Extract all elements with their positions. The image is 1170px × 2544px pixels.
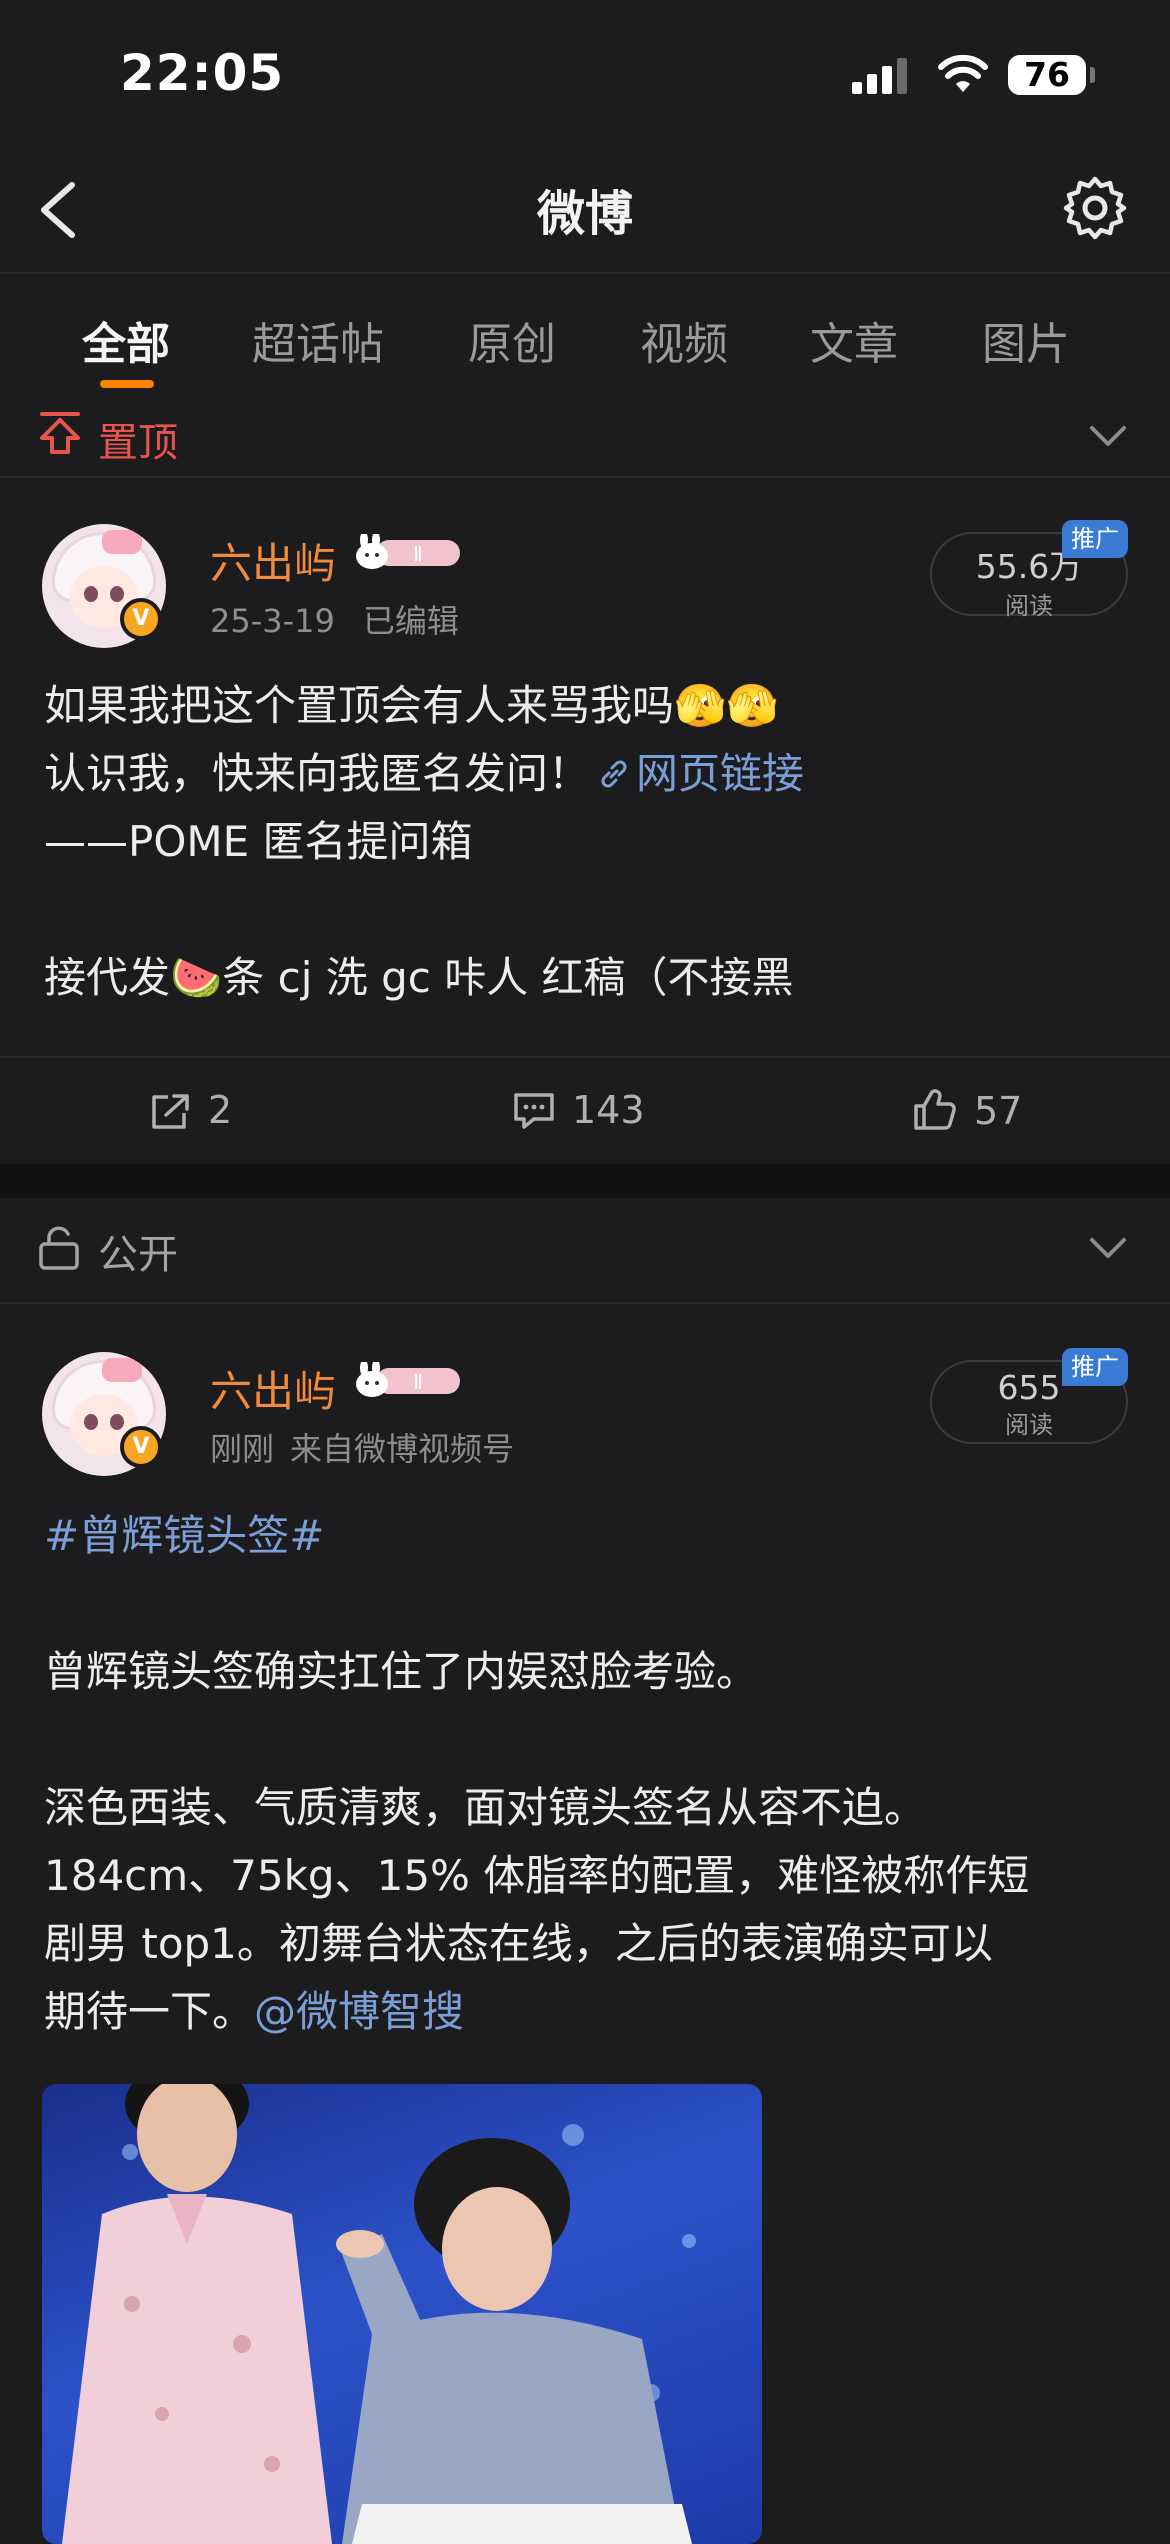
fan-badge-icon: Ⅱ [356,534,460,569]
post-date: 25-3-19 [210,602,335,640]
post-line: 接代发🍉条 cj 洗 gc 咔人 红稿（不接黑 [44,953,794,1002]
status-time: 22:05 [120,44,285,102]
verified-icon: V [120,1426,162,1468]
read-count-label: 阅读 [1005,592,1053,620]
post-line: 认识我，快来向我匿名发问！ 网页链接 [44,749,805,798]
pinned-section-header[interactable]: 置顶 [0,392,1170,482]
read-count-label: 阅读 [1005,1411,1053,1439]
svg-text:Ⅱ: Ⅱ [413,1370,423,1394]
battery-indicator: 76 [1008,55,1086,95]
battery-tip [1090,67,1095,83]
gear-icon[interactable] [1062,175,1128,241]
status-bar: 22:05 76 [0,0,1170,150]
divider [0,1302,1170,1304]
post-line: 曾辉镜头签确实扛住了内娱怼脸考验。 [44,1647,759,1696]
promo-tag[interactable]: 推广 [1062,1348,1128,1386]
post-source: 来自微博视频号 [290,1430,515,1468]
tab-all[interactable]: 全部 [82,308,170,372]
chevron-down-icon[interactable] [1088,424,1128,448]
username[interactable]: 六出屿 [210,530,336,591]
tab-video[interactable]: 视频 [640,308,728,372]
tab-original[interactable]: 原创 [468,308,556,372]
pinned-label: 置顶 [98,420,178,466]
edited-label: 已编辑 [362,602,459,640]
wifi-icon [938,54,988,92]
post-line: ——POME 匿名提问箱 [44,817,473,866]
post-line: 期待一下。@微博智搜 [44,1987,465,2036]
post-line: 如果我把这个置顶会有人来骂我吗🫣🫣 [44,681,779,730]
comment-button[interactable]: 143 [512,1088,645,1132]
web-link[interactable]: 网页链接 [590,749,804,798]
tab-images[interactable]: 图片 [982,308,1070,372]
post-actions: 2 143 57 [0,1056,1170,1166]
like-icon [914,1089,956,1130]
tab-super-topic[interactable]: 超话帖 [252,308,384,372]
filter-tabs: 全部 超话帖 原创 视频 文章 图片 [0,274,1170,392]
divider [0,476,1170,478]
lock-open-icon [39,1226,79,1270]
repost-button[interactable]: 2 [148,1088,232,1132]
performers-photo [62,2084,692,2544]
svg-text:Ⅱ: Ⅱ [413,542,423,566]
nav-bar: 微博 [0,150,1170,274]
post-line: 184cm、75kg、15% 体脂率的配置，难怪被称作短 [44,1851,1030,1900]
page-title: 微博 [536,186,633,242]
comment-icon [514,1093,554,1129]
repost-icon [152,1094,189,1129]
post-meta: 25-3-19 已编辑 [210,596,459,642]
fan-badge-icon: Ⅱ [356,1362,460,1397]
post-line: 剧男 top1。初舞台状态在线，之后的表演确实可以 [44,1919,993,1968]
username[interactable]: 六出屿 [210,1358,336,1419]
verified-icon: V [120,598,162,640]
public-label: 公开 [98,1232,178,1278]
chevron-down-icon[interactable] [1088,1236,1128,1260]
hashtag-link[interactable]: #曾辉镜头签# [44,1502,1130,1570]
active-tab-indicator [100,380,154,388]
mention-link[interactable]: @微博智搜 [254,1987,464,2036]
pin-icon [40,412,80,454]
promo-tag[interactable]: 推广 [1062,520,1128,558]
post-line: 深色西装、气质清爽，面对镜头签名从容不迫。 [44,1783,927,1832]
public-section-header[interactable]: 公开 [0,1204,1170,1294]
post-meta: 刚刚 来自微博视频号 [210,1424,514,1470]
like-button[interactable]: 57 [912,1088,1022,1133]
post-time: 刚刚 [210,1430,275,1468]
tab-article[interactable]: 文章 [810,308,898,372]
post-image[interactable] [42,2084,762,2544]
post-body: #曾辉镜头签# 曾辉镜头签确实扛住了内娱怼脸考验。 深色西装、气质清爽，面对镜头… [44,1502,1130,2046]
link-icon [601,760,627,788]
section-gap [0,1164,1170,1198]
signal-icon [852,58,907,94]
post-body: 如果我把这个置顶会有人来骂我吗🫣🫣 认识我，快来向我匿名发问！ 网页链接 ——PO… [44,672,1130,1012]
